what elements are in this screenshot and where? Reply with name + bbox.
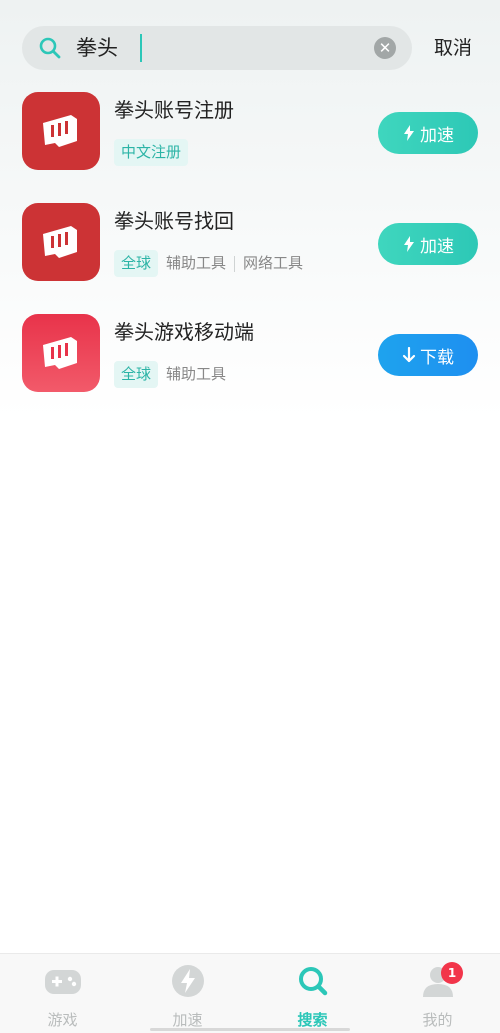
nav-label: 加速 xyxy=(172,1011,203,1029)
home-indicator xyxy=(150,1028,350,1031)
nav-label: 搜索 xyxy=(297,1011,328,1029)
tag: 辅助工具 xyxy=(166,254,227,272)
list-item[interactable]: 拳头账号找回 全球 辅助工具 网络工具 加速 xyxy=(22,203,478,283)
riot-fist-icon xyxy=(22,314,100,392)
accelerate-button[interactable]: 加速 xyxy=(378,112,478,154)
search-bar[interactable]: 拳头 ✕ xyxy=(22,26,412,70)
download-button-label: 下载 xyxy=(420,347,454,368)
app-title: 拳头游戏移动端 xyxy=(114,320,254,344)
nav-label: 游戏 xyxy=(47,1011,78,1029)
nav-item-accelerate[interactable]: 加速 xyxy=(125,954,250,1033)
lightning-icon xyxy=(172,965,204,997)
tag: 辅助工具 xyxy=(166,365,227,383)
nav-label: 我的 xyxy=(422,1011,453,1029)
download-button[interactable]: 下载 xyxy=(378,334,478,376)
lightning-icon xyxy=(404,236,414,252)
search-icon xyxy=(39,37,61,59)
text-caret xyxy=(140,34,142,62)
tag: 全球 xyxy=(114,250,159,277)
bottom-nav: 游戏 加速 搜索 我的 xyxy=(0,953,500,1033)
accelerate-button-label: 加速 xyxy=(420,236,454,257)
search-icon xyxy=(299,967,328,996)
tag: 网络工具 xyxy=(243,254,304,272)
nav-item-profile[interactable]: 我的 xyxy=(375,954,500,1033)
app-title: 拳头账号注册 xyxy=(114,98,234,122)
notification-badge: 1 xyxy=(441,962,463,984)
gamepad-icon xyxy=(45,970,81,994)
cancel-button[interactable]: 取消 xyxy=(434,34,472,62)
accelerate-button[interactable]: 加速 xyxy=(378,223,478,265)
riot-fist-icon xyxy=(22,203,100,281)
tag-list: 中文注册 xyxy=(114,139,189,166)
riot-fist-icon xyxy=(22,92,100,170)
app-title: 拳头账号找回 xyxy=(114,209,234,233)
tag-list: 全球 辅助工具 网络工具 xyxy=(114,250,311,277)
tag-list: 全球 辅助工具 xyxy=(114,361,234,388)
search-input[interactable]: 拳头 xyxy=(76,34,118,62)
accelerate-button-label: 加速 xyxy=(420,125,454,146)
tag: 全球 xyxy=(114,361,159,388)
arrow-down-icon xyxy=(402,347,416,363)
lightning-icon xyxy=(404,125,414,141)
tag: 中文注册 xyxy=(114,139,189,166)
clear-icon[interactable]: ✕ xyxy=(374,37,396,59)
list-item[interactable]: 拳头游戏移动端 全球 辅助工具 下载 xyxy=(22,314,478,394)
nav-item-search[interactable]: 搜索 xyxy=(250,954,375,1033)
list-item[interactable]: 拳头账号注册 中文注册 加速 xyxy=(22,92,478,172)
nav-item-games[interactable]: 游戏 xyxy=(0,954,125,1033)
